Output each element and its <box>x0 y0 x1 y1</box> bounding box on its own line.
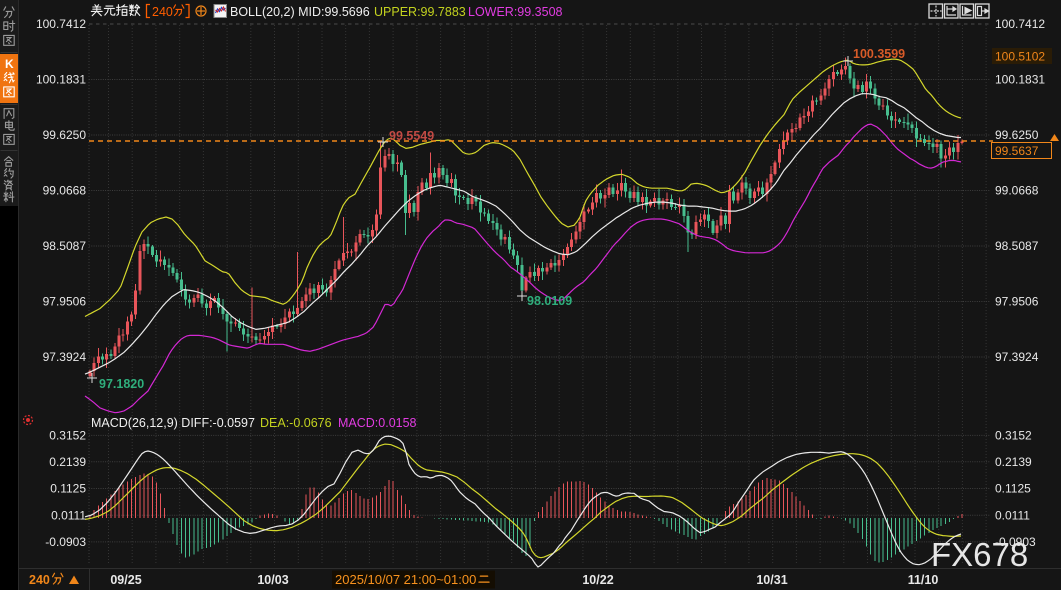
svg-text:100.3599: 100.3599 <box>853 47 905 61</box>
svg-text:-0.0903: -0.0903 <box>995 535 1036 549</box>
svg-text:99.6250: 99.6250 <box>995 128 1039 142</box>
svg-text:10/22: 10/22 <box>582 573 613 587</box>
svg-text:99.0668: 99.0668 <box>995 184 1039 198</box>
svg-text:98.0109: 98.0109 <box>527 294 572 308</box>
svg-text:10/03: 10/03 <box>257 573 288 587</box>
svg-text:11/10: 11/10 <box>908 573 939 587</box>
svg-text:99.0668: 99.0668 <box>43 184 87 198</box>
svg-text:0.1125: 0.1125 <box>50 482 86 496</box>
svg-text:0.2139: 0.2139 <box>995 455 1032 469</box>
svg-text:K: K <box>5 57 14 71</box>
svg-text:0.0111: 0.0111 <box>995 508 1030 522</box>
svg-text:0.1125: 0.1125 <box>995 482 1031 496</box>
svg-text:100.1831: 100.1831 <box>995 73 1045 87</box>
svg-text:99.6250: 99.6250 <box>43 128 87 142</box>
svg-text:09/25: 09/25 <box>110 573 141 587</box>
svg-text:0.2139: 0.2139 <box>49 455 86 469</box>
svg-text:240: 240 <box>29 573 50 587</box>
svg-text:DEA:-0.0676: DEA:-0.0676 <box>260 416 332 430</box>
svg-text:97.9506: 97.9506 <box>43 295 87 309</box>
svg-text:99.5549: 99.5549 <box>389 129 434 143</box>
svg-text:98.5087: 98.5087 <box>995 239 1039 253</box>
svg-text:LOWER:99.3508: LOWER:99.3508 <box>468 5 563 19</box>
svg-text:240: 240 <box>152 5 173 19</box>
svg-text:10/31: 10/31 <box>756 573 787 587</box>
svg-text:0.3152: 0.3152 <box>995 429 1032 443</box>
svg-text:MACD:0.0158: MACD:0.0158 <box>338 416 417 430</box>
svg-text:97.3924: 97.3924 <box>995 350 1039 364</box>
svg-text:97.1820: 97.1820 <box>99 377 144 391</box>
svg-text:0.3152: 0.3152 <box>49 429 86 443</box>
svg-text:2025/10/07 21:00~01:00: 2025/10/07 21:00~01:00 <box>335 572 476 587</box>
svg-text:100.1831: 100.1831 <box>36 73 86 87</box>
svg-text:MACD(26,12,9) DIFF:-0.0597: MACD(26,12,9) DIFF:-0.0597 <box>91 416 255 430</box>
svg-text:BOLL(20,2) MID:99.5696: BOLL(20,2) MID:99.5696 <box>230 5 370 19</box>
svg-text:97.9506: 97.9506 <box>995 295 1039 309</box>
svg-text:0.0111: 0.0111 <box>51 508 86 522</box>
svg-text:100.7412: 100.7412 <box>995 17 1045 31</box>
svg-text:98.5087: 98.5087 <box>43 239 87 253</box>
svg-text:99.5637: 99.5637 <box>995 144 1039 158</box>
svg-text:100.7412: 100.7412 <box>36 17 86 31</box>
svg-text:97.3924: 97.3924 <box>43 350 87 364</box>
svg-text:UPPER:99.7883: UPPER:99.7883 <box>374 5 466 19</box>
svg-text:100.5102: 100.5102 <box>995 50 1045 64</box>
svg-text:-0.0903: -0.0903 <box>45 535 86 549</box>
